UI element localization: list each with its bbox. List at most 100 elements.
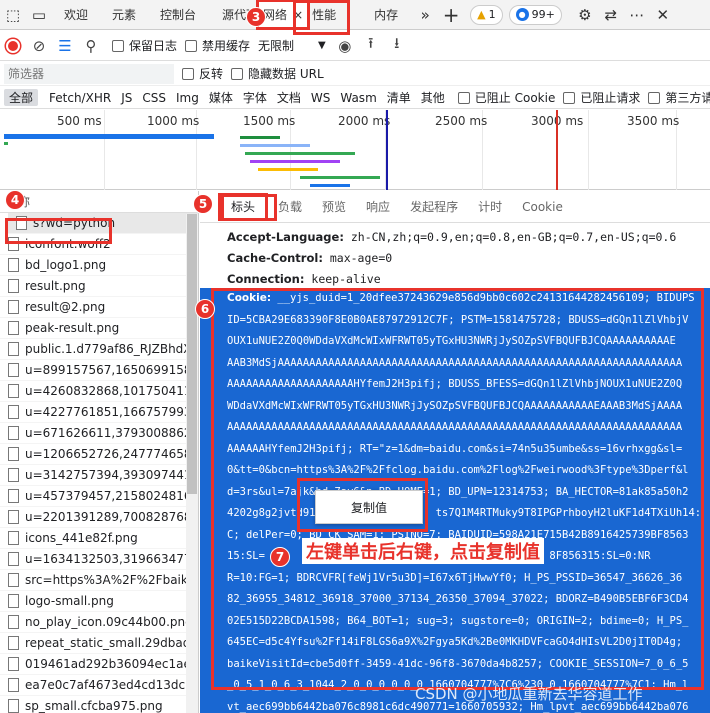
- waterfall-bar: [258, 168, 318, 171]
- clear-icon[interactable]: ⊘: [26, 33, 52, 59]
- tab-label: 内存: [374, 8, 399, 22]
- wifi-settings-icon[interactable]: ◉: [332, 33, 358, 59]
- warning-badge[interactable]: ▲ 1: [470, 4, 503, 25]
- device-toolbar-icon[interactable]: ▭: [26, 2, 52, 28]
- gear-icon[interactable]: ⚙: [572, 2, 598, 28]
- request-name: public.1.d779af86_RJZBhdX1.: [25, 342, 198, 356]
- request-row[interactable]: sp_small.cfcba975.png: [0, 696, 198, 713]
- request-name: src=https%3A%2F%2Fbaikebc: [25, 573, 198, 587]
- add-tab-icon[interactable]: +: [438, 2, 464, 28]
- request-name: u=4260832868,1017504113&: [25, 384, 198, 398]
- request-row[interactable]: u=457379457,2158024816&f.: [0, 486, 198, 507]
- chevron-down-icon: ▼: [318, 40, 326, 51]
- more-options-icon[interactable]: ⋯: [624, 2, 650, 28]
- tab-timing[interactable]: 计时: [468, 198, 512, 215]
- tab-welcome[interactable]: 欢迎: [52, 0, 100, 30]
- type-css[interactable]: CSS: [137, 91, 171, 105]
- search-icon[interactable]: ⚲: [78, 33, 104, 59]
- file-icon: [8, 363, 19, 377]
- request-row[interactable]: u=4260832868,1017504113&: [0, 381, 198, 402]
- request-row[interactable]: ea7e0c7af4673ed4cd13dc1c2: [0, 675, 198, 696]
- tick-gridline: [104, 110, 105, 190]
- request-row[interactable]: u=1206652726,2477746587&: [0, 444, 198, 465]
- tab-initiator[interactable]: 发起程序: [400, 198, 468, 215]
- type-wasm[interactable]: Wasm: [335, 91, 381, 105]
- type-all[interactable]: 全部: [4, 89, 39, 106]
- filter-bar: 反转 隐藏数据 URL: [0, 62, 710, 86]
- type-ws[interactable]: WS: [306, 91, 335, 105]
- type-img[interactable]: Img: [171, 91, 204, 105]
- tab-preview[interactable]: 预览: [312, 198, 356, 215]
- export-icon[interactable]: ⭳: [384, 33, 410, 59]
- request-rows: s?wd=python iconfont.woff2 bd_logo1.png res…: [0, 213, 198, 713]
- warning-icon: ▲: [477, 8, 486, 21]
- scrollbar-thumb[interactable]: [187, 214, 197, 494]
- request-row[interactable]: u=2201391289,700828768fm: [0, 507, 198, 528]
- request-row[interactable]: 019461ad292b36094ec1ae078: [0, 654, 198, 675]
- import-icon[interactable]: ⭱: [358, 33, 384, 59]
- file-icon: [8, 468, 19, 482]
- message-badge[interactable]: ● 99+: [508, 4, 562, 25]
- throttle-select[interactable]: 无限制 ▼: [258, 37, 326, 54]
- header-row[interactable]: Accept-Language: zh-CN,zh;q=0.9,en;q=0.8…: [200, 227, 710, 248]
- type-other[interactable]: 其他: [416, 89, 450, 106]
- preserve-log-checkbox[interactable]: 保留日志: [112, 37, 177, 54]
- type-js[interactable]: JS: [116, 91, 137, 105]
- timeline-overview[interactable]: 500 ms 1000 ms 1500 ms 2000 ms 2500 ms 3…: [0, 110, 710, 190]
- more-tabs-icon[interactable]: »: [412, 2, 438, 28]
- header-name: Connection:: [227, 272, 305, 286]
- disable-cache-checkbox[interactable]: 禁用缓存: [185, 37, 250, 54]
- filter-icon[interactable]: ☰: [52, 33, 78, 59]
- request-row[interactable]: no_play_icon.09c44b00.png: [0, 612, 198, 633]
- header-name: Cache-Control:: [227, 251, 323, 265]
- request-row[interactable]: u=899157567,1650699158&f.: [0, 360, 198, 381]
- header-row[interactable]: Cache-Control: max-age=0: [200, 248, 710, 269]
- request-row[interactable]: src=https%3A%2F%2Fbaikebc: [0, 570, 198, 591]
- blocked-cookies-checkbox[interactable]: 已阻止 Cookie: [457, 89, 555, 106]
- third-party-checkbox[interactable]: 第三方请求: [648, 89, 710, 106]
- tab-memory[interactable]: 内存: [344, 0, 412, 30]
- request-row[interactable]: repeat_static_small.29dbad9f.: [0, 633, 198, 654]
- type-media[interactable]: 媒体: [204, 89, 238, 106]
- file-icon: [8, 594, 19, 608]
- request-row[interactable]: bd_logo1.png: [0, 255, 198, 276]
- waterfall-bar: [310, 184, 350, 187]
- header-row[interactable]: Connection: keep-alive: [200, 269, 710, 290]
- request-row[interactable]: result@2.png: [0, 297, 198, 318]
- type-fetch-xhr[interactable]: Fetch/XHR: [44, 91, 116, 105]
- blocked-requests-checkbox[interactable]: 已阻止请求: [563, 89, 640, 106]
- load-event-line: [556, 110, 558, 190]
- invert-checkbox[interactable]: 反转: [182, 65, 223, 82]
- request-row[interactable]: u=671626611,3793008862&f.: [0, 423, 198, 444]
- waterfall-bar: [250, 160, 340, 163]
- scrollbar[interactable]: [186, 214, 198, 713]
- request-row[interactable]: result.png: [0, 276, 198, 297]
- hide-data-url-checkbox[interactable]: 隐藏数据 URL: [231, 65, 324, 82]
- type-font[interactable]: 字体: [238, 89, 272, 106]
- request-row[interactable]: icons_441e82f.png: [0, 528, 198, 549]
- inspect-icon[interactable]: ⬚: [0, 2, 26, 28]
- tab-response[interactable]: 响应: [356, 198, 400, 215]
- tab-cookies[interactable]: Cookie: [512, 200, 573, 214]
- tab-console[interactable]: 控制台: [148, 0, 208, 30]
- checkbox-box: [563, 91, 576, 104]
- tab-elements[interactable]: 元素: [100, 0, 148, 30]
- devtools-tabbar: ⬚ ▭ 欢迎 元素 控制台 源代码 网络 × 性能 内存 » + ▲ 1 ● 99+ …: [0, 0, 710, 30]
- filter-input[interactable]: [4, 63, 174, 84]
- name-column-header[interactable]: 称: [0, 191, 198, 213]
- request-row[interactable]: public.1.d779af86_RJZBhdX1.: [0, 339, 198, 360]
- request-row[interactable]: u=1634132503,3196634775&: [0, 549, 198, 570]
- type-manifest[interactable]: 清单: [382, 89, 416, 106]
- request-row[interactable]: logo-small.png: [0, 591, 198, 612]
- file-icon: [8, 384, 19, 398]
- customize-icon[interactable]: ⇄: [598, 2, 624, 28]
- type-doc[interactable]: 文档: [272, 89, 306, 106]
- request-row[interactable]: u=3142757394,3930974410&: [0, 465, 198, 486]
- request-row[interactable]: u=4227761851,1667579938f.: [0, 402, 198, 423]
- record-icon[interactable]: [6, 38, 20, 53]
- request-row[interactable]: peak-result.png: [0, 318, 198, 339]
- close-devtools-icon[interactable]: ✕: [650, 2, 676, 28]
- request-name: sp_small.cfcba975.png: [25, 699, 163, 713]
- file-icon: [8, 342, 19, 356]
- context-menu-copy-value[interactable]: 复制值: [315, 490, 423, 524]
